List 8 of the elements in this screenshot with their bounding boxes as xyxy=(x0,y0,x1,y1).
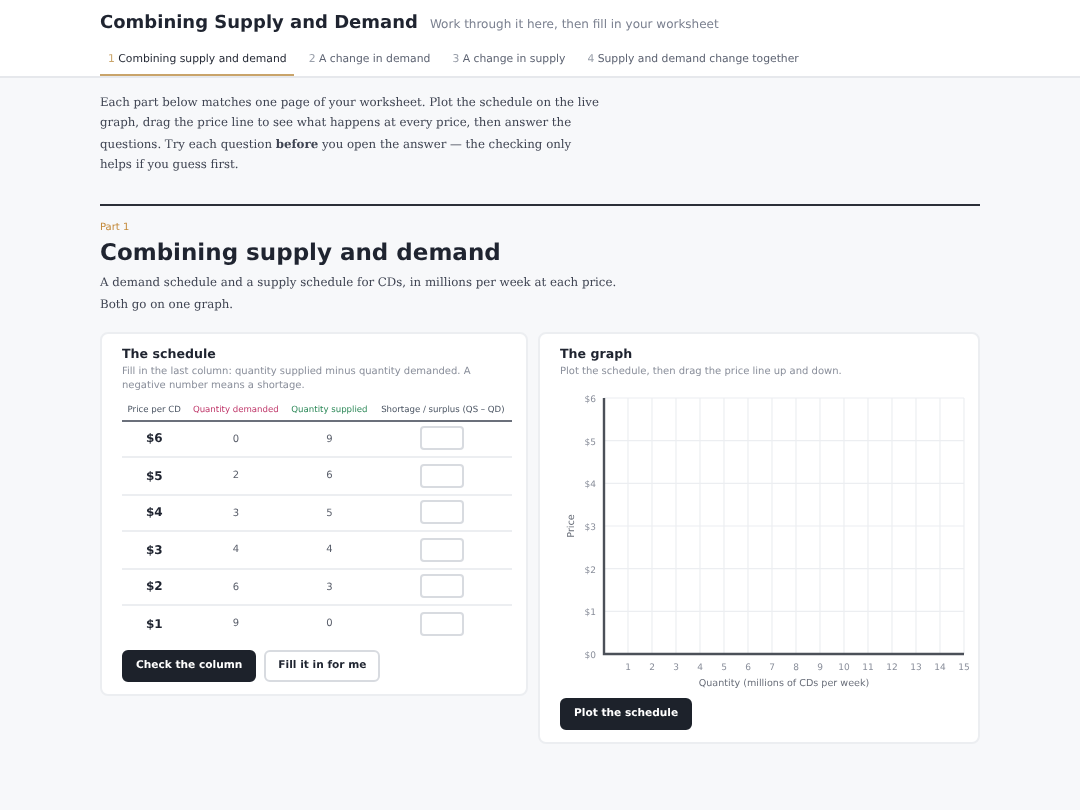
answer-field[interactable] xyxy=(420,574,465,599)
answer-field[interactable] xyxy=(420,611,465,636)
answer-field[interactable] xyxy=(420,537,465,562)
answer-field[interactable] xyxy=(420,500,465,525)
part-title: Combining supply and demand xyxy=(100,238,503,267)
page-title: Combining Supply and Demand xyxy=(100,14,418,34)
answer-field[interactable] xyxy=(420,426,465,451)
answer-field[interactable] xyxy=(420,463,465,488)
